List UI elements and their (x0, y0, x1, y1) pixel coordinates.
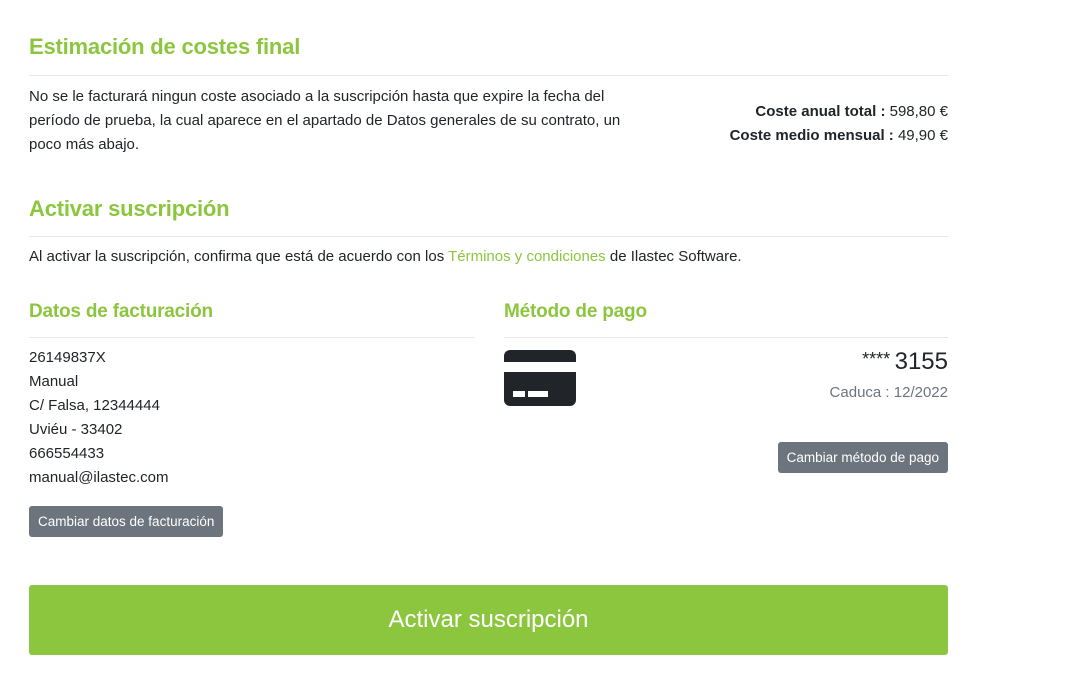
card-number: **** 3155 (862, 348, 948, 376)
terms-prefix: Al activar la suscripción, confirma que … (29, 248, 449, 265)
card-expiry: Caduca : 12/2022 (830, 384, 948, 401)
credit-card-icon (504, 350, 576, 406)
billing-tax-id: 26149837X (29, 349, 106, 366)
divider (29, 236, 948, 237)
billing-details: 26149837X Manual C/ Falsa, 12344444 Uvié… (29, 346, 168, 490)
monthly-cost-row: Coste medio mensual : 49,90 € (730, 124, 948, 148)
change-payment-button[interactable]: Cambiar método de pago (777, 442, 948, 473)
billing-phone: 666554433 (29, 445, 105, 462)
card-last4: 3155 (894, 348, 948, 375)
billing-name: Manual (29, 373, 79, 390)
annual-cost-label: Coste anual total : (755, 103, 886, 120)
divider (29, 337, 474, 338)
billing-address: C/ Falsa, 12344444 (29, 397, 160, 414)
expiry-label: Caduca : (829, 384, 890, 401)
terms-link[interactable]: Términos y condiciones (448, 248, 606, 265)
terms-suffix: de Ilastec Software. (605, 248, 742, 265)
annual-cost-value: 598,80 € (889, 103, 948, 120)
terms-text: Al activar la suscripción, confirma que … (29, 245, 742, 269)
monthly-cost-value: 49,90 € (897, 127, 948, 144)
activate-title: Activar suscripción (29, 196, 230, 221)
expiry-value: 12/2022 (893, 384, 948, 401)
payment-title: Método de pago (504, 301, 647, 322)
billing-city: Uviéu - 33402 (29, 421, 123, 438)
monthly-cost-label: Coste medio mensual : (729, 127, 894, 144)
change-billing-button[interactable]: Cambiar datos de facturación (29, 506, 224, 537)
billing-email: manual@ilastec.com (29, 469, 169, 486)
cost-summary: Coste anual total : 598,80 € Coste medio… (730, 100, 948, 148)
divider (29, 75, 948, 76)
divider (504, 337, 948, 338)
estimate-title: Estimación de costes final (29, 34, 301, 59)
billing-title: Datos de facturación (29, 301, 213, 322)
activate-subscription-button[interactable]: Activar suscripción (29, 585, 948, 655)
card-mask: **** (862, 349, 891, 369)
annual-cost-row: Coste anual total : 598,80 € (730, 100, 948, 124)
estimate-description: No se le facturará ningun coste asociado… (29, 88, 621, 153)
